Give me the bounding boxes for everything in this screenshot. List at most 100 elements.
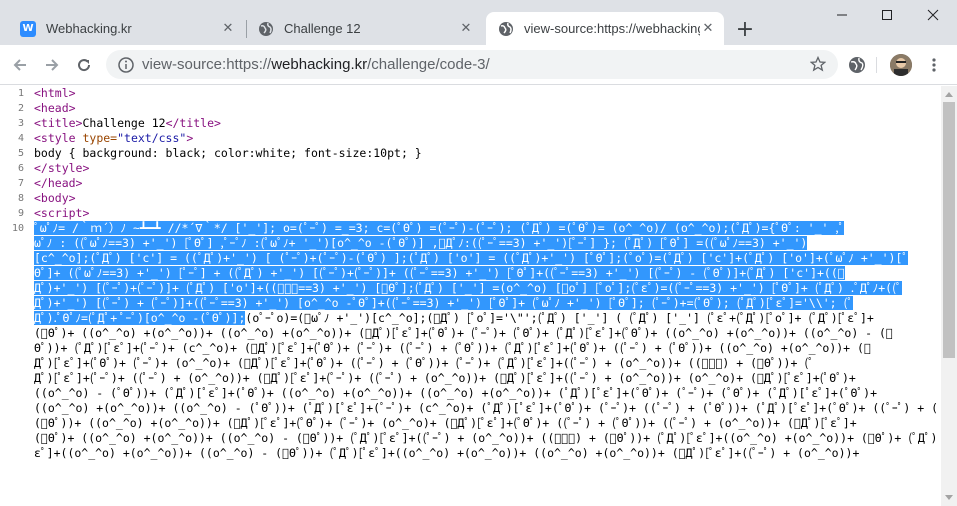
source-line: 4 <style type="text/css"> (0, 131, 941, 146)
maximize-button[interactable] (864, 0, 909, 30)
code-wrap-row: Дﾟ)[ﾟεﾟ]+(ﾟΘﾟ)+ (ﾟｰﾟ)+ (o^_^o)+ (ﾟДﾟ)[ﾟε… (34, 356, 937, 371)
attr-value: "text/css" (117, 131, 187, 145)
info-icon[interactable] (118, 56, 134, 73)
html-tag: <html> (34, 86, 76, 100)
extension-button[interactable] (843, 51, 871, 79)
style-tag-end: > (186, 131, 194, 145)
code-text: (ﾟΘﾟ)+ ((o^_^o) +(o^_^o))+ ((o^_^o) +(o^… (34, 326, 893, 340)
tab-view-source[interactable]: view-source:https://webhacking ✕ (486, 12, 724, 45)
tab-title: view-source:https://webhacking (524, 21, 700, 36)
selected-text: Θﾟ]+ ((ﾟωﾟﾉ==3) +'_') [ﾟｰﾟ] + ((ﾟДﾟ) +'_… (34, 266, 845, 280)
source-line: 3 <title>Challenge 12</title> (0, 116, 941, 131)
line-number: 6 (17, 163, 24, 174)
code-text: Дﾟ)[ﾟεﾟ]+(ﾟΘﾟ)+ (ﾟｰﾟ)+ (o^_^o)+ (ﾟДﾟ)[ﾟε… (34, 356, 814, 370)
kebab-menu-icon (932, 58, 936, 72)
tab-title: Webhacking.kr (46, 21, 132, 36)
head-tag: <head> (34, 101, 76, 115)
code-text: Θﾟ))+ (ﾟДﾟ)[ﾟεﾟ]+(ﾟｰﾟ)+ (c^_^o)+ (ﾟДﾟ)[ﾟ… (34, 341, 871, 355)
source-line: 8 <body> (0, 191, 941, 206)
line-number: 2 (17, 103, 24, 114)
source-line: 5 body { background: black; color:white;… (0, 146, 941, 161)
code-text: εﾟ]+((o^_^o) +(o^_^o))+ ((o^_^o) - (ﾟΘﾟ)… (34, 446, 860, 460)
line-number: 8 (17, 193, 24, 204)
tab-challenge-12[interactable]: Challenge 12 ✕ (246, 12, 482, 45)
line-number: 3 (17, 118, 24, 129)
address-bar[interactable]: view-source:https://webhacking.kr/challe… (106, 50, 838, 79)
bookmark-star-icon[interactable] (810, 56, 826, 72)
code-text: (ﾟΘﾟ))+ ((o^_^o) +(o^_^o))+ (ﾟДﾟ)[ﾟεﾟ]+(… (34, 416, 857, 430)
code-wrap-row: Θﾟ))+ (ﾟДﾟ)[ﾟεﾟ]+(ﾟｰﾟ)+ (c^_^o)+ (ﾟДﾟ)[ﾟ… (34, 341, 937, 356)
code-text: ((o^_^o) +(o^_^o))+ ((o^_^o) - (ﾟΘﾟ))+ (… (34, 401, 937, 415)
url-host: webhacking.kr (271, 56, 368, 73)
view-source-pane[interactable]: 1 <html> 2 <head> 3 <title>Challenge 12<… (0, 86, 941, 506)
scroll-up-arrow-icon[interactable] (941, 86, 957, 102)
code-wrap-row: Дﾟ)+'_') [(ﾟｰﾟ)+(ﾟｰﾟ)]+ (ﾟДﾟ) ['o']+((ﾟｰ… (34, 281, 937, 296)
forward-button[interactable] (38, 51, 66, 79)
new-tab-button[interactable]: + (731, 15, 759, 43)
selected-text: Дﾟ).ﾟΘﾟﾉ=(ﾟДﾟ+ ﾟｰﾟ)[o^_^o -(ﾟΘﾟ)]; (34, 311, 246, 325)
tab-title: Challenge 12 (284, 21, 361, 36)
tab-webhacking[interactable]: W Webhacking.kr ✕ (8, 12, 244, 45)
tab-strip: W Webhacking.kr ✕ Challenge 12 ✕ view-so… (0, 0, 957, 45)
line-number: 4 (17, 133, 24, 144)
title-text: Challenge 12 (82, 116, 166, 130)
code-text: (ﾟΘﾟ)+ ((o^_^o) +(o^_^o))+ ((o^_^o) - (ﾟ… (34, 431, 937, 445)
url-path: /challenge/code-3/ (367, 56, 490, 73)
code-wrap-row: ﾟωﾟﾉ= /｀ｍ´）ﾉ ~┻━┻ //*´∇｀*/ ['_']; o=(ﾟｰﾟ… (34, 221, 937, 236)
vertical-scrollbar[interactable] (941, 86, 957, 506)
line-number: 9 (17, 208, 24, 219)
source-line: 7 </head> (0, 176, 941, 191)
head-close-tag: </head> (34, 176, 83, 190)
url-text[interactable]: view-source:https://webhacking.kr/challe… (142, 56, 490, 73)
toolbar-divider (876, 57, 877, 73)
body-tag: <body> (34, 191, 76, 205)
close-icon[interactable]: ✕ (220, 21, 236, 37)
code-wrap-row: ((o^_^o) +(o^_^o))+ ((o^_^o) - (ﾟΘﾟ))+ (… (34, 401, 937, 416)
minimize-button[interactable] (819, 0, 864, 30)
selected-text: [c^_^o];(ﾟДﾟ) ['c'] = ((ﾟДﾟ)+'_') [ (ﾟｰﾟ… (34, 251, 909, 265)
source-line: 9 <script> (0, 206, 941, 221)
selected-text: Дﾟ)+'_') [(ﾟｰﾟ) + (ﾟｰﾟ)]+((ﾟｰﾟ==3) +'_')… (34, 296, 854, 310)
window-close-button[interactable] (910, 0, 955, 30)
style-tag-start: <style (34, 131, 83, 145)
back-arrow-icon (13, 59, 26, 71)
line-number: 5 (17, 148, 24, 159)
code-wrap-row: Θﾟ]+ ((ﾟωﾟﾉ==3) +'_') [ﾟｰﾟ] + ((ﾟДﾟ) +'_… (34, 266, 937, 281)
code-wrap-row: (ﾟΘﾟ)+ ((o^_^o) +(o^_^o))+ ((o^_^o) - (ﾟ… (34, 431, 937, 446)
source-line: 1 <html> (0, 86, 941, 101)
script-tag: <script> (34, 206, 90, 220)
code-wrap-row: (ﾟΘﾟ))+ ((o^_^o) +(o^_^o))+ (ﾟДﾟ)[ﾟεﾟ]+(… (34, 416, 937, 431)
extension-globe-icon (849, 57, 865, 73)
minimize-icon (836, 14, 847, 16)
close-icon[interactable]: ✕ (700, 21, 716, 37)
source-line: 6 </style> (0, 161, 941, 176)
line-number: 10 (11, 223, 24, 234)
style-close-tag: </style> (34, 161, 90, 175)
menu-button[interactable] (920, 51, 948, 79)
code-wrap-row: ωﾟﾉ : ((ﾟωﾟﾉ==3) +'_') [ﾟΘﾟ] ,ﾟｰﾟﾉ :(ﾟωﾟ… (34, 236, 937, 251)
code-wrap-row: Дﾟ)[ﾟεﾟ]+(ﾟｰﾟ)+ ((ﾟｰﾟ) + (o^_^o))+ (ﾟДﾟ)… (34, 371, 937, 386)
scroll-down-arrow-icon[interactable] (941, 490, 957, 506)
selected-text: ωﾟﾉ : ((ﾟωﾟﾉ==3) +'_') [ﾟΘﾟ] ,ﾟｰﾟﾉ :(ﾟωﾟ… (34, 236, 808, 250)
code-wrap-row: εﾟ]+((o^_^o) +(o^_^o))+ ((o^_^o) - (ﾟΘﾟ)… (34, 446, 937, 461)
window-close-icon (927, 9, 938, 21)
code-text: (oﾟｰﾟo)=(ﾟωﾟﾉ +'_')[c^_^o];(ﾟДﾟ) [ﾟoﾟ]='… (245, 311, 874, 325)
css-rule: body { background: black; color:white; f… (34, 146, 422, 160)
code-wrap-row: ((o^_^o) - (ﾟΘﾟ))+ (ﾟДﾟ)[ﾟεﾟ]+(ﾟΘﾟ)+ ((o… (34, 386, 937, 401)
source-line: 2 <head> (0, 101, 941, 116)
selected-text: ﾟωﾟﾉ= /｀ｍ´）ﾉ ~┻━┻ //*´∇｀*/ ['_']; o=(ﾟｰﾟ… (34, 221, 845, 235)
w-logo-icon: W (20, 20, 36, 37)
title-open-tag: <title> (34, 116, 83, 130)
toolbar: view-source:https://webhacking.kr/challe… (0, 45, 957, 85)
back-button[interactable] (6, 51, 34, 79)
code-wrap-row: Дﾟ)+'_') [(ﾟｰﾟ) + (ﾟｰﾟ)]+((ﾟｰﾟ==3) +'_')… (34, 296, 937, 311)
title-close-tag: </title> (165, 116, 221, 130)
globe-icon (498, 21, 514, 37)
close-icon[interactable]: ✕ (458, 21, 474, 37)
scroll-thumb[interactable] (943, 102, 955, 358)
globe-icon (258, 21, 274, 37)
forward-arrow-icon (46, 59, 59, 71)
line-number: 1 (17, 88, 24, 99)
profile-avatar[interactable] (890, 54, 912, 76)
reload-button[interactable] (70, 51, 98, 79)
